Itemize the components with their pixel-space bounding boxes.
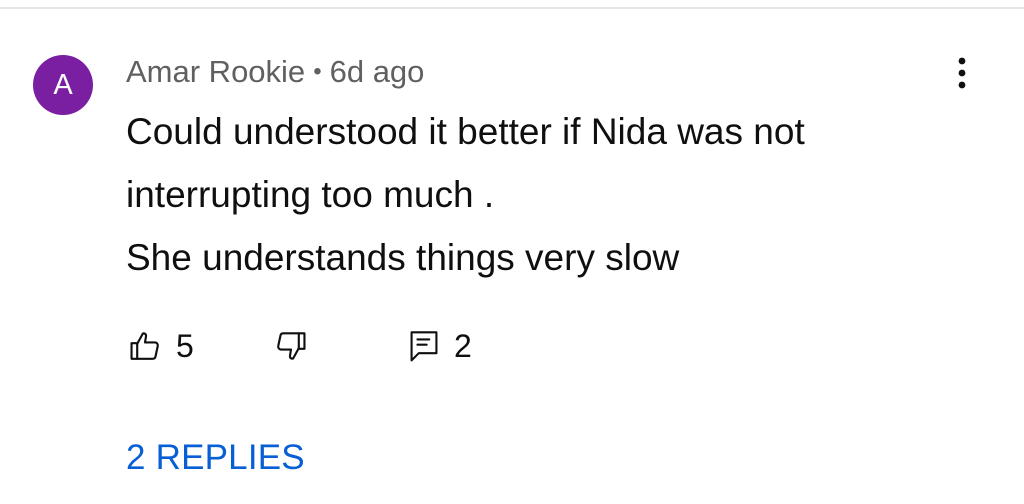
reply-comment-icon [410, 331, 438, 362]
comment-time[interactable]: 6d ago [330, 54, 425, 90]
thumb-down-icon [277, 332, 306, 360]
thumb-up-icon [130, 332, 159, 360]
comment-line: interrupting too much . [126, 174, 495, 215]
more-vertical-icon [958, 57, 966, 89]
avatar-letter: A [53, 68, 73, 101]
reply-count: 2 [454, 327, 472, 364]
comment-text: Could understood it better if Nida was n… [126, 100, 946, 289]
author-name[interactable]: Amar Rookie [126, 54, 305, 90]
like-count: 5 [176, 327, 194, 364]
comment-header: Amar Rookie • 6d ago [126, 52, 424, 92]
comment-line: Could understood it better if Nida was n… [126, 111, 805, 152]
like-button[interactable]: 5 [128, 322, 194, 370]
dislike-button[interactable] [274, 322, 308, 370]
reply-button[interactable]: 2 [408, 322, 472, 370]
header-separator: • [313, 58, 322, 85]
more-options-button[interactable] [944, 52, 980, 96]
view-replies-link[interactable]: 2 REPLIES [126, 438, 305, 478]
comment-line: She understands things very slow [126, 237, 680, 278]
top-divider [0, 7, 1024, 9]
avatar[interactable]: A [33, 55, 93, 115]
